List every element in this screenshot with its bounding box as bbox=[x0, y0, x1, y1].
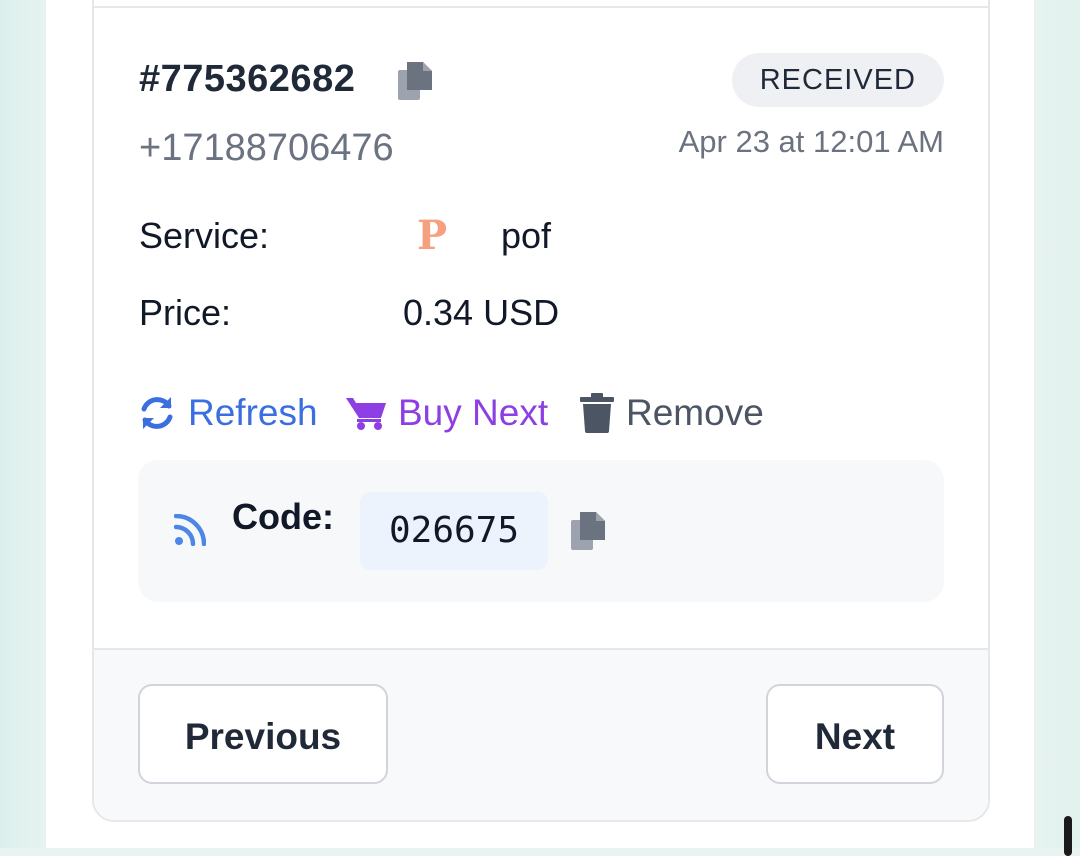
phone-number: +17188706476 bbox=[139, 127, 394, 169]
order-date: Apr 23 at 12:01 AM bbox=[678, 124, 944, 159]
copy-code-icon[interactable] bbox=[571, 512, 605, 550]
status-badge: RECEIVED bbox=[731, 53, 944, 107]
order-card: #775362682 RECEIVED +17188706476 Apr 23 … bbox=[92, 0, 990, 822]
cart-icon bbox=[346, 398, 386, 430]
code-box: Code: 026675 bbox=[138, 460, 944, 602]
remove-label: Remove bbox=[626, 392, 764, 433]
code-label: Code: bbox=[232, 496, 334, 537]
signal-icon bbox=[174, 514, 206, 546]
pagination-footer: Previous Next bbox=[94, 648, 988, 820]
code-value[interactable]: 026675 bbox=[360, 492, 548, 570]
order-id: #775362682 bbox=[139, 58, 356, 100]
refresh-button[interactable]: Refresh bbox=[138, 390, 318, 436]
scrollbar-thumb[interactable] bbox=[1064, 816, 1072, 856]
price-value: 0.34 USD bbox=[403, 292, 560, 333]
trash-icon bbox=[580, 393, 614, 433]
refresh-icon bbox=[141, 397, 173, 429]
refresh-label: Refresh bbox=[188, 392, 318, 433]
service-name: pof bbox=[501, 215, 552, 256]
next-button[interactable]: Next bbox=[766, 684, 944, 784]
previous-button[interactable]: Previous bbox=[138, 684, 388, 784]
remove-button[interactable]: Remove bbox=[580, 390, 764, 436]
service-logo: P bbox=[417, 212, 448, 259]
left-background bbox=[0, 0, 46, 848]
buy-next-label: Buy Next bbox=[398, 392, 549, 433]
copy-icon[interactable] bbox=[398, 62, 432, 100]
top-divider bbox=[94, 6, 988, 8]
buy-next-button[interactable]: Buy Next bbox=[346, 390, 548, 436]
price-label: Price: bbox=[139, 292, 232, 333]
right-background bbox=[1034, 0, 1080, 848]
service-label: Service: bbox=[139, 215, 270, 256]
